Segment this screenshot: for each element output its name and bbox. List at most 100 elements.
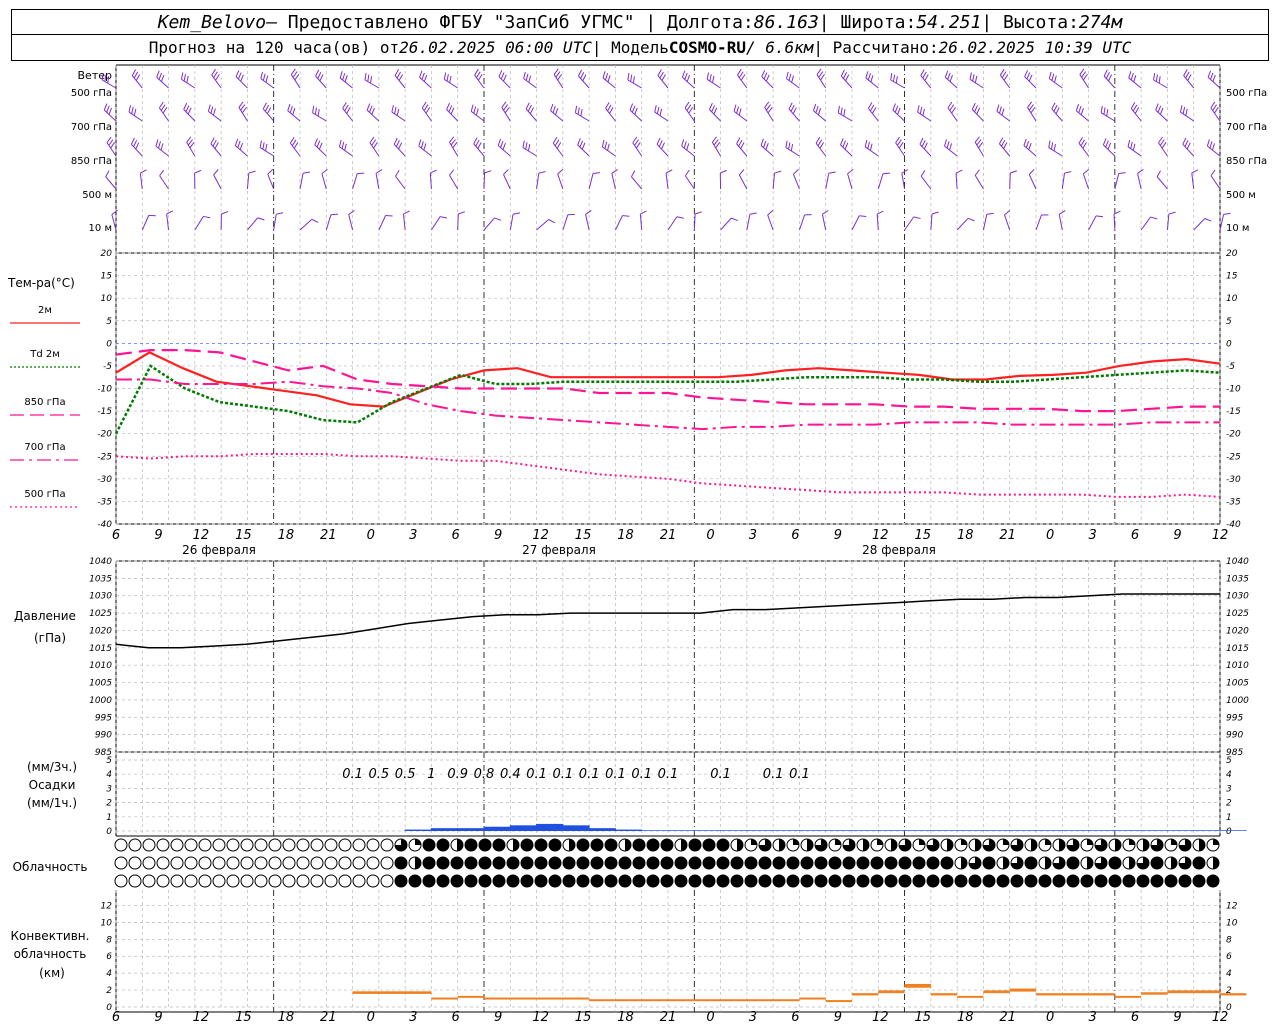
wind-barb-feather — [128, 105, 132, 113]
bottom-x-axis-hour-label: 6 — [452, 1010, 460, 1024]
cloud-cover-symbol — [1178, 874, 1192, 888]
wind-barb-feather — [1050, 142, 1054, 150]
wind-barb-feather — [1133, 75, 1137, 83]
cloud-cover-symbol — [436, 874, 450, 888]
convective-bar — [1193, 990, 1220, 994]
cloud-cover-symbol — [800, 874, 814, 888]
x-axis-hour-label: 6 — [1131, 528, 1139, 543]
wind-barb-feather — [140, 169, 147, 174]
wind-barb-feather — [1048, 140, 1051, 148]
cloud-cover-symbol — [450, 874, 464, 888]
wind-barb-feather — [1182, 106, 1186, 114]
precip-title-1h: (мм/1ч.) — [27, 796, 77, 810]
x-axis-hour-label: 9 — [494, 528, 502, 543]
cloud-cover-symbol — [310, 874, 324, 888]
wind-barb-feather — [840, 107, 843, 115]
precip-bar — [982, 830, 1011, 831]
wind-barb — [557, 173, 564, 190]
cloud-cover-symbol — [1024, 856, 1038, 870]
wind-barb — [720, 217, 732, 231]
wind-barb — [1049, 78, 1063, 89]
wind-barb-feather — [1028, 169, 1035, 175]
pressure-ytick-right: 1010 — [1226, 661, 1249, 671]
convective-bar — [431, 997, 458, 1000]
cloud-cover-symbol — [1164, 874, 1178, 888]
wind-barb-feather — [601, 139, 605, 147]
wind-barb-feather — [108, 139, 114, 146]
wind-barb-feather — [738, 169, 745, 176]
wind-barb-feather — [844, 142, 849, 150]
wind-barb — [1035, 214, 1042, 231]
wind-barb — [431, 216, 441, 231]
wind-barb-feather — [604, 141, 608, 149]
cloud-cover-symbol — [296, 838, 310, 852]
wind-barb-feather — [106, 136, 112, 144]
precip-3h-label: 0.1 — [553, 767, 574, 782]
convective-bar — [641, 999, 668, 1002]
cloud-cover-symbol — [534, 874, 548, 888]
wind-barb-feather — [477, 142, 482, 149]
wind-barb-feather — [207, 104, 211, 112]
pressure-ytick-right: 995 — [1226, 713, 1243, 723]
wind-barb-feather — [1210, 101, 1216, 109]
wind-barb-feather — [817, 139, 823, 147]
pressure-unit: (гПа) — [34, 631, 66, 645]
wind-barb — [211, 74, 222, 89]
bottom-x-axis-hour-label: 12 — [872, 1010, 889, 1024]
wind-barb-feather — [974, 75, 978, 83]
precip-ytick-right: 3 — [1226, 784, 1232, 794]
bottom-x-axis-hour-label: 0 — [706, 1010, 714, 1024]
wind-barb-feather — [215, 74, 220, 81]
wind-barb-feather — [1184, 140, 1189, 147]
temperature-ytick-right: 5 — [1226, 317, 1232, 327]
wind-barb-feather — [632, 76, 635, 84]
wind-barb-feather — [237, 140, 241, 148]
cloud-cover-fill — [1045, 839, 1051, 845]
bottom-x-axis-hour-label: 15 — [575, 1010, 592, 1024]
wind-barb — [210, 143, 222, 157]
precip-3h-label: 0.1 — [605, 767, 626, 782]
temperature-ytick-right: -15 — [1226, 407, 1241, 417]
wind-barb — [996, 110, 1011, 122]
cloud-cover-symbol — [380, 856, 394, 870]
wind-barb-feather — [969, 72, 972, 80]
cloud-cover-fill — [1199, 839, 1205, 851]
wind-barb-feather — [1064, 171, 1072, 174]
x-axis-hour-label: 12 — [193, 528, 210, 543]
cloud-cover-fill — [569, 839, 575, 851]
cloud-cover-symbol — [1192, 856, 1206, 870]
x-axis-hour-label: 18 — [278, 528, 295, 543]
wind-barb-feather — [1212, 104, 1217, 111]
wind-barb-feather — [1191, 169, 1199, 174]
cloud-cover-symbol — [352, 856, 366, 870]
precip-bar — [720, 830, 748, 831]
cloud-cover-symbol — [926, 874, 940, 888]
wind-barb-feather — [1051, 73, 1055, 81]
precip-bar — [641, 830, 669, 831]
wind-barb — [815, 142, 827, 157]
precip-3h-label: 0.1 — [579, 767, 600, 782]
wind-barb-feather — [158, 72, 163, 80]
convective-ytick-right: 12 — [1226, 901, 1238, 911]
x-axis-hour-label: 3 — [409, 528, 417, 543]
wind-barb-feather — [111, 210, 118, 215]
pressure-ytick-right: 1025 — [1226, 609, 1249, 619]
convective-ytick-left: 2 — [106, 986, 112, 996]
cloud-cover-fill — [1031, 839, 1037, 851]
wind-barb — [917, 111, 932, 122]
wind-barb — [1004, 214, 1011, 231]
wind-barb-feather — [315, 69, 320, 77]
convective-bar — [1009, 988, 1036, 992]
convective-ytick-left: 10 — [101, 918, 113, 928]
cloud-cover-symbol — [422, 874, 436, 888]
wind-barb-feather — [131, 69, 137, 76]
wind-barb-feather — [949, 74, 953, 82]
cloud-cover-fill — [1087, 839, 1093, 845]
cloud-cover-symbol — [814, 856, 828, 870]
precip-bar — [536, 823, 564, 831]
wind-barb — [395, 175, 406, 190]
convective-bar — [510, 997, 537, 1000]
wind-barb-feather — [502, 142, 506, 150]
cloud-cover-fill — [1171, 857, 1177, 869]
precip-bar — [1166, 830, 1195, 831]
